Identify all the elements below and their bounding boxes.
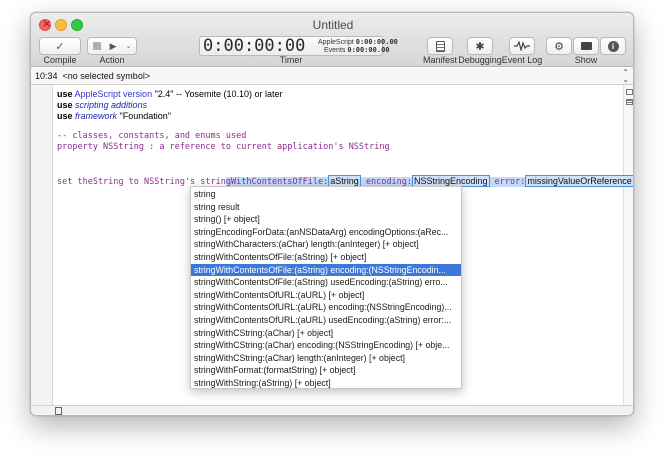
completion-item[interactable]: stringWithCString:(aChar) [+ object] bbox=[191, 327, 461, 340]
line-gutter bbox=[31, 85, 53, 405]
completion-item[interactable]: stringEncodingForData:(anNSDataArg) enco… bbox=[191, 226, 461, 239]
show-label: Show bbox=[574, 55, 598, 65]
event-log-label: Event Log bbox=[501, 55, 543, 65]
stop-icon[interactable] bbox=[92, 42, 101, 50]
timer-main-value: 0:00:00:00 bbox=[203, 36, 306, 56]
completion-item[interactable]: string() [+ object] bbox=[191, 213, 461, 226]
completion-item[interactable]: stringWithFormat:(formatString) [+ objec… bbox=[191, 364, 461, 377]
code-keyword: use bbox=[57, 111, 73, 121]
gears-icon: ⚙ bbox=[554, 39, 564, 53]
completion-item[interactable]: stringWithString:(aString) [+ object] bbox=[191, 377, 461, 388]
show-settings-button[interactable]: ⚙ bbox=[546, 37, 572, 55]
show-info-button[interactable]: i bbox=[600, 37, 626, 55]
window-title: Untitled bbox=[312, 18, 354, 32]
bug-icon: ✱ bbox=[475, 39, 485, 53]
manifest-button[interactable] bbox=[427, 37, 453, 55]
checkmark-icon: ✓ bbox=[55, 39, 65, 53]
completion-item[interactable]: string bbox=[191, 188, 461, 201]
chevron-down-icon[interactable]: ⌄ bbox=[126, 42, 132, 50]
code-string: "2.4" bbox=[154, 89, 174, 99]
symbol-navigator[interactable]: 10:34 <no selected symbol> ⌃ ⌄ bbox=[31, 68, 633, 85]
code-class: AppleScript version bbox=[74, 89, 153, 99]
code-line-comment: -- classes, constants, and enums used bbox=[57, 131, 247, 141]
code-completion-highlight: error: bbox=[489, 177, 526, 187]
run-icon[interactable]: ▶ bbox=[110, 41, 117, 52]
info-icon: i bbox=[607, 40, 619, 52]
completion-item[interactable]: stringWithContentsOfFile:(aString) usedE… bbox=[191, 276, 461, 289]
code-keyword: use bbox=[57, 89, 73, 99]
placeholder-token[interactable]: missingValueOrReference bbox=[525, 175, 633, 187]
code-line-3: use framework "Foundation" bbox=[57, 111, 171, 122]
completion-item[interactable]: stringWithCString:(aChar) encoding:(NSSt… bbox=[191, 339, 461, 352]
code-line-2: use scripting additions bbox=[57, 100, 147, 111]
clipboard-icon bbox=[435, 40, 445, 52]
code-line-property: property NSString : a reference to curre… bbox=[57, 142, 390, 152]
up-down-chevron-icon[interactable]: ⌃ ⌄ bbox=[622, 69, 629, 84]
toolbox-icon bbox=[580, 42, 592, 50]
symbol-navigator-text: 10:34 <no selected symbol> bbox=[35, 71, 151, 81]
compile-button[interactable]: ✓ bbox=[39, 37, 81, 55]
code-string: "Foundation" bbox=[117, 111, 171, 121]
titlebar: Untitled ✓ Compile ▶ ⌄ Action 0:00:00:00… bbox=[31, 13, 633, 67]
event-log-button[interactable] bbox=[509, 37, 535, 55]
document-icon[interactable] bbox=[55, 407, 62, 415]
completion-item[interactable]: stringWithCharacters:(aChar) length:(anI… bbox=[191, 238, 461, 251]
timer-applescript-value: 0:00:00.00 bbox=[355, 38, 398, 46]
completion-item[interactable]: stringWithContentsOfURL:(aURL) [+ object… bbox=[191, 289, 461, 302]
completion-item[interactable]: string result bbox=[191, 201, 461, 214]
action-label: Action bbox=[99, 55, 125, 65]
code-keyword: use bbox=[57, 100, 73, 110]
show-library-button[interactable] bbox=[573, 37, 599, 55]
timer-display: 0:00:00:00 AppleScript 0:00:00.00 Events… bbox=[199, 36, 398, 56]
code-line-1: use AppleScript version "2.4" -- Yosemit… bbox=[57, 89, 283, 100]
code-term: framework bbox=[75, 111, 118, 121]
action-control[interactable]: ▶ ⌄ bbox=[87, 37, 137, 55]
completion-popup: string string result string() [+ object] st… bbox=[190, 186, 462, 389]
manifest-label: Manifest bbox=[422, 55, 457, 65]
timer-events-row: Events 0:00:00.00 bbox=[324, 46, 390, 54]
completion-item[interactable]: stringWithCString:(aChar) length:(anInte… bbox=[191, 352, 461, 365]
timer-label: Timer bbox=[279, 55, 303, 65]
debugging-button[interactable]: ✱ bbox=[467, 37, 493, 55]
code-term: scripting additions bbox=[75, 100, 148, 110]
debugging-label: Debugging bbox=[458, 55, 502, 65]
timer-applescript-label: AppleScript bbox=[318, 39, 354, 46]
code-comment: -- Yosemite (10.10) or later bbox=[173, 89, 283, 99]
list-view-icon[interactable] bbox=[626, 99, 633, 105]
completion-item[interactable]: stringWithContentsOfFile:(aString) encod… bbox=[191, 263, 461, 277]
completion-item[interactable]: stringWithContentsOfURL:(aURL) encoding:… bbox=[191, 301, 461, 314]
view-options-gutter bbox=[623, 85, 633, 405]
timer-events-value: 0:00:00.00 bbox=[347, 46, 390, 54]
timer-applescript-row: AppleScript 0:00:00.00 bbox=[318, 38, 398, 46]
completion-item[interactable]: stringWithContentsOfURL:(aURL) usedEncod… bbox=[191, 314, 461, 327]
compile-label: Compile bbox=[43, 55, 77, 65]
status-bar bbox=[31, 405, 633, 415]
waveform-icon bbox=[514, 41, 530, 51]
timer-events-label: Events bbox=[324, 47, 346, 54]
split-view-icon[interactable] bbox=[626, 89, 633, 95]
completion-item[interactable]: stringWithContentsOfFile:(aString) [+ ob… bbox=[191, 251, 461, 264]
